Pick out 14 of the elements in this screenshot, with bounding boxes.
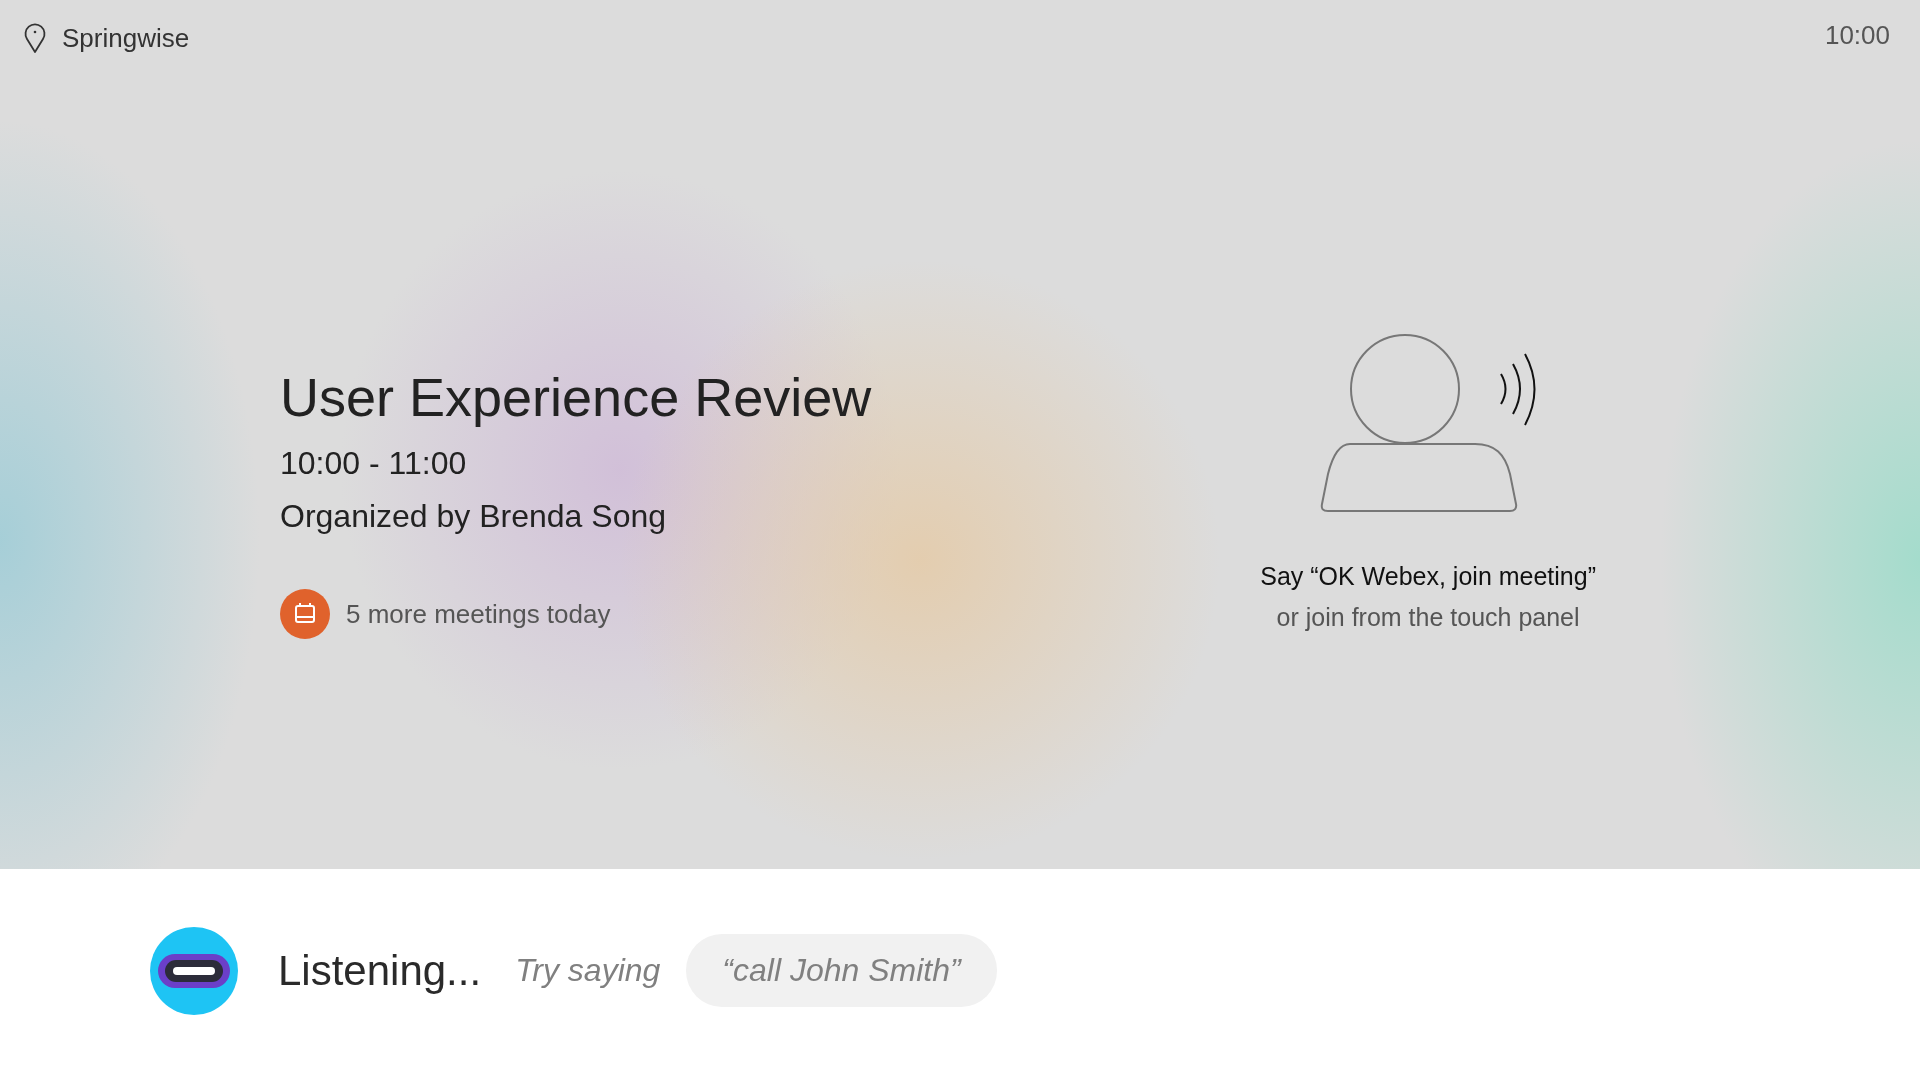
suggestion-label: Try saying — [515, 952, 661, 989]
voice-command-instruction: Say “OK Webex, join meeting” — [1260, 562, 1596, 591]
location-name: Springwise — [62, 22, 190, 54]
suggestion-chip: “call John Smith” — [686, 934, 997, 1007]
clock-time: 10:00 — [1824, 20, 1891, 51]
touch-panel-hint: or join from the touch panel — [1276, 603, 1580, 632]
listening-status: Listening... — [278, 946, 482, 995]
assistant-icon — [150, 926, 238, 1015]
meeting-time: 10:00 - 11:00 — [280, 445, 468, 483]
calendar-icon — [280, 589, 330, 640]
location-pin-icon — [24, 22, 46, 54]
meeting-organizer: Organized by Brenda Song — [280, 498, 668, 536]
more-meetings-text: 5 more meetings today — [346, 598, 611, 630]
meeting-title: User Experience Review — [280, 368, 872, 428]
